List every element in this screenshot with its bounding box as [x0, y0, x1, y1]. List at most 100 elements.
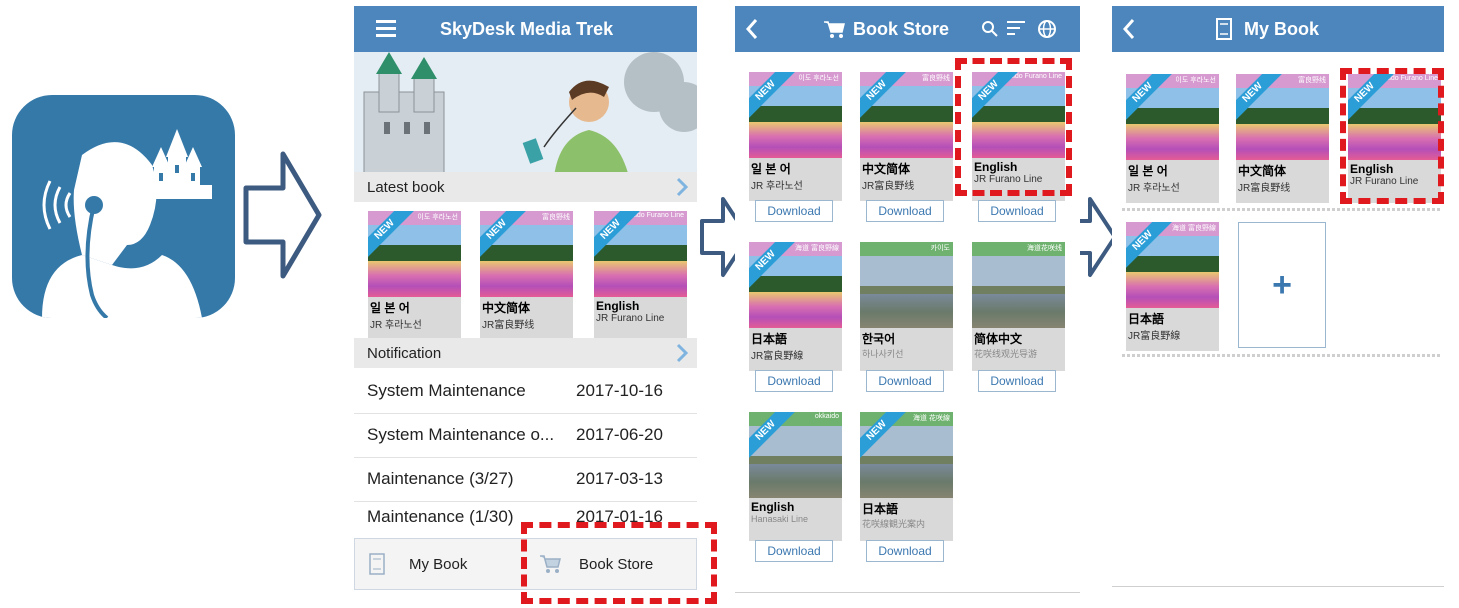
book-cover: okkaido NEW: [749, 412, 842, 498]
download-button[interactable]: Download: [755, 200, 833, 222]
latest-book-card[interactable]: aido Furano Line NEW English JR Furano Lin…: [594, 211, 687, 340]
book-cover: 海道 富良野線 NEW: [1126, 222, 1219, 308]
download-button[interactable]: Download: [978, 200, 1056, 222]
book-subtitle: Hanasaki Line: [751, 514, 809, 524]
top-bar: SkyDesk Media Trek: [354, 6, 697, 52]
book-cover: aido Furano Line NEW: [594, 211, 687, 297]
notification-date: 2017-03-13: [576, 468, 663, 488]
hero-illustration: [354, 52, 697, 177]
book-subtitle: JR富良野线: [482, 320, 535, 331]
hero-image: [354, 52, 697, 177]
shelf-divider: [1122, 208, 1442, 211]
book-title: 일 본 어: [751, 162, 791, 176]
book-title: 日本語: [862, 502, 899, 516]
bottom-divider: [1112, 586, 1444, 587]
download-button[interactable]: Download: [866, 200, 944, 222]
download-button[interactable]: Download: [755, 370, 833, 392]
book-title: 简体中文: [974, 332, 1023, 346]
tab-label: My Book: [409, 555, 468, 573]
book-subtitle: JR富良野线: [1238, 183, 1291, 194]
book-cover: 이도 후라노선 NEW: [1126, 74, 1219, 160]
book-title: 일 본 어: [1128, 164, 1168, 178]
globe-icon[interactable]: [1037, 19, 1057, 39]
store-book-card[interactable]: 카이도 한국어하나사키선: [860, 242, 953, 371]
book-subtitle: JR富良野線: [751, 351, 804, 362]
notification-date: 2017-06-20: [576, 424, 663, 444]
latest-book-title: Latest book: [367, 178, 445, 196]
book-subtitle: JR 후라노선: [1128, 183, 1180, 194]
book-subtitle: JR Furano Line: [596, 313, 665, 324]
download-button[interactable]: Download: [978, 370, 1056, 392]
book-icon: [369, 553, 385, 575]
add-book-button[interactable]: +: [1238, 222, 1326, 348]
home-screen: SkyDesk Media Trek Latest book 이도 후라노선 N…: [354, 6, 697, 596]
tab-my-book[interactable]: My Book: [369, 539, 467, 589]
store-book-card[interactable]: 富良野线 NEW 中文简体 JR富良野线: [860, 72, 953, 201]
book-title: English: [596, 299, 640, 313]
app-icon: [12, 95, 235, 318]
book-subtitle: 花咲线观光导游: [974, 349, 1038, 359]
book-subtitle: 花咲線観光案内: [862, 519, 926, 529]
book-title: 中文简体: [1238, 164, 1287, 178]
book-subtitle: 하나사키선: [862, 349, 904, 359]
book-subtitle: JR富良野线: [862, 181, 915, 192]
chevron-right-icon: [676, 343, 689, 363]
book-cover: 富良野线 NEW: [480, 211, 573, 297]
book-title: 日本語: [751, 332, 788, 346]
book-cover: 海道花咲线: [972, 242, 1065, 328]
book-cover: 이도 후라노선 NEW: [749, 72, 842, 158]
my-book-card[interactable]: 海道 富良野線 NEW 日本語 JR富良野線: [1126, 222, 1219, 351]
book-cover: 富良野线 NEW: [1236, 74, 1329, 160]
highlight-english-book: [955, 58, 1072, 196]
my-book-card[interactable]: 이도 후라노선 NEW 일 본 어 JR 후라노선: [1126, 74, 1219, 203]
hamburger-menu-icon[interactable]: [376, 20, 396, 37]
chevron-right-icon: [676, 177, 689, 197]
book-title: English: [751, 500, 795, 514]
notification-text: System Maintenance o...: [367, 424, 555, 444]
book-icon: [1216, 18, 1232, 40]
notification-row[interactable]: System Maintenance 2017-10-16: [354, 368, 697, 414]
latest-book-card[interactable]: 이도 후라노선 NEW 일 본 어 JR 후라노선: [368, 211, 461, 340]
notification-title: Notification: [367, 344, 442, 362]
latest-book-header[interactable]: Latest book: [354, 172, 697, 202]
top-bar: Book Store: [735, 6, 1080, 52]
download-button[interactable]: Download: [755, 540, 833, 562]
shelf-divider: [1122, 354, 1442, 357]
latest-book-card[interactable]: 富良野线 NEW 中文简体 JR富良野线: [480, 211, 573, 340]
notification-date: 2017-10-16: [576, 380, 663, 400]
download-button[interactable]: Download: [866, 540, 944, 562]
book-title: 中文简体: [482, 301, 531, 315]
book-cover: 富良野线 NEW: [860, 72, 953, 158]
screen-title: My Book: [1244, 19, 1320, 39]
notification-row[interactable]: System Maintenance o... 2017-06-20: [354, 412, 697, 458]
flow-arrow-icon: [243, 151, 322, 279]
book-title: 한국어: [862, 332, 896, 346]
store-book-card[interactable]: 이도 후라노선 NEW 일 본 어 JR 후라노선: [749, 72, 842, 201]
book-subtitle: JR 후라노선: [751, 181, 803, 192]
store-book-card[interactable]: okkaido NEW English Hanasaki Line: [749, 412, 842, 541]
top-bar: My Book: [1112, 6, 1444, 52]
store-book-card[interactable]: 海道 花咲線 NEW 日本語 花咲線観光案内: [860, 412, 953, 541]
sort-icon[interactable]: [1007, 21, 1025, 36]
my-book-card[interactable]: 富良野线 NEW 中文简体 JR富良野线: [1236, 74, 1329, 203]
notification-header[interactable]: Notification: [354, 338, 697, 368]
book-subtitle: JR 후라노선: [370, 320, 422, 331]
book-title: 日本語: [1128, 312, 1165, 326]
store-book-card[interactable]: 海道 富良野線 NEW 日本語 JR富良野線: [749, 242, 842, 371]
listener-castle-icon: [42, 129, 212, 318]
notification-text: Maintenance (3/27): [367, 468, 514, 488]
notification-text: Maintenance (1/30): [367, 507, 514, 526]
book-title: 中文简体: [862, 162, 911, 176]
download-button[interactable]: Download: [866, 370, 944, 392]
store-book-card[interactable]: 海道花咲线 简体中文花咲线观光导游: [972, 242, 1065, 371]
highlight-book-store-tab: [521, 522, 717, 604]
bottom-divider: [735, 592, 1080, 593]
notification-text: System Maintenance: [367, 380, 526, 400]
back-arrow-icon[interactable]: [745, 18, 759, 40]
book-cover: 카이도: [860, 242, 953, 328]
screen-title: Book Store: [853, 19, 950, 39]
book-cover: 海道 富良野線 NEW: [749, 242, 842, 328]
book-title: 일 본 어: [370, 301, 410, 315]
search-icon[interactable]: [981, 20, 999, 38]
back-arrow-icon[interactable]: [1122, 18, 1136, 40]
